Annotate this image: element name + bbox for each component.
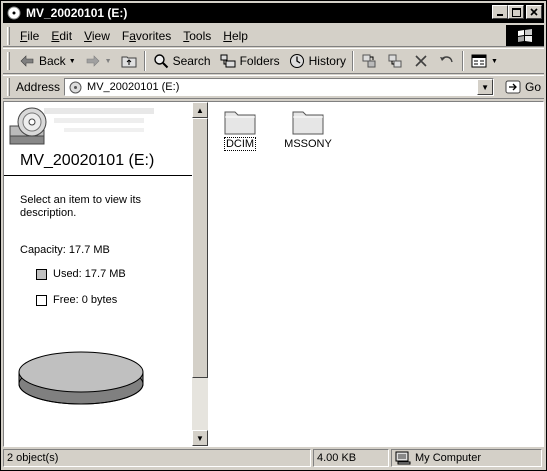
- views-icon: [470, 52, 488, 70]
- history-button[interactable]: History: [284, 50, 350, 72]
- copy-to-button[interactable]: [382, 50, 408, 72]
- address-grip[interactable]: [7, 78, 10, 96]
- description-text: Select an item to view its description.: [20, 194, 142, 219]
- status-zone-label: My Computer: [415, 452, 482, 464]
- address-bar: Address MV_20020101 (E:) ▼ Go: [3, 75, 544, 99]
- cd-drive-icon: [8, 106, 158, 148]
- move-to-icon: [360, 52, 378, 70]
- back-dropdown-icon[interactable]: ▼: [69, 58, 76, 65]
- title-divider: [4, 175, 192, 176]
- drive-small-icon: [67, 79, 83, 95]
- move-to-button[interactable]: [356, 50, 382, 72]
- status-object-count: 2 object(s): [3, 449, 311, 467]
- search-icon: [152, 52, 170, 70]
- drive-title: MV_20020101 (E:): [20, 152, 155, 169]
- folder-item[interactable]: MSSONY: [278, 102, 338, 150]
- folder-label: DCIM: [223, 137, 257, 151]
- my-computer-icon: [395, 450, 411, 466]
- content-area: MV_20020101 (E:) Select an item to view …: [3, 101, 544, 447]
- forward-button[interactable]: ▼: [80, 50, 116, 72]
- scroll-thumb[interactable]: [192, 118, 208, 378]
- toolbar-separator: [461, 51, 464, 71]
- back-label: Back: [39, 54, 66, 68]
- search-button[interactable]: Search: [148, 50, 215, 72]
- menu-help[interactable]: Help: [217, 29, 254, 43]
- web-view-pane: MV_20020101 (E:) Select an item to view …: [4, 102, 192, 446]
- folder-item[interactable]: DCIM: [210, 102, 270, 151]
- views-dropdown-icon[interactable]: ▼: [491, 58, 498, 65]
- toolbar-grip[interactable]: [7, 52, 10, 70]
- back-button[interactable]: Back ▼: [14, 50, 80, 72]
- forward-dropdown-icon[interactable]: ▼: [105, 58, 112, 65]
- undo-icon: [438, 52, 456, 70]
- free-text: Free: 0 bytes: [53, 294, 118, 306]
- folder-icon: [224, 111, 256, 135]
- address-label: Address: [16, 80, 61, 94]
- folder-label: MSSONY: [284, 138, 332, 150]
- delete-button[interactable]: [408, 50, 434, 72]
- free-swatch: [36, 294, 47, 306]
- address-input[interactable]: MV_20020101 (E:) ▼: [64, 78, 495, 96]
- folders-icon: [219, 52, 237, 70]
- windows-logo-icon: [506, 25, 544, 46]
- go-arrow-icon: [504, 78, 522, 96]
- drive-icon: [6, 5, 22, 21]
- up-button[interactable]: [116, 50, 142, 72]
- menu-file[interactable]: File: [14, 29, 45, 43]
- address-dropdown-button[interactable]: ▼: [477, 79, 494, 95]
- explorer-window: MV_20020101 (E:) File Edit View Favorite…: [0, 0, 547, 471]
- menu-edit[interactable]: Edit: [45, 29, 78, 43]
- history-label: History: [308, 54, 346, 68]
- free-legend: Free: 0 bytes: [36, 294, 117, 306]
- back-arrow-icon: [18, 52, 36, 70]
- go-button[interactable]: Go: [504, 78, 541, 96]
- folder-icon: [292, 111, 324, 135]
- used-legend: Used: 17.7 MB: [36, 268, 126, 280]
- scroll-up-button[interactable]: ▲: [192, 102, 208, 118]
- undo-button[interactable]: [434, 50, 460, 72]
- menu-favorites[interactable]: Favorites: [116, 29, 177, 43]
- used-swatch: [36, 268, 47, 280]
- disk-usage-pie: [18, 351, 144, 405]
- used-text: Used: 17.7 MB: [53, 268, 126, 280]
- minimize-button[interactable]: [492, 5, 508, 19]
- scroll-down-button[interactable]: ▼: [192, 430, 208, 446]
- history-icon: [288, 52, 306, 70]
- maximize-button[interactable]: [508, 5, 524, 19]
- views-button[interactable]: ▼: [466, 50, 502, 72]
- folder-up-icon: [120, 52, 138, 70]
- close-button[interactable]: [526, 5, 542, 19]
- copy-to-icon: [386, 52, 404, 70]
- folders-label: Folders: [239, 54, 280, 68]
- menu-view[interactable]: View: [78, 29, 116, 43]
- status-size: 4.00 KB: [313, 449, 389, 467]
- toolbar-separator: [143, 51, 146, 71]
- forward-arrow-icon: [84, 52, 102, 70]
- toolbar-separator: [351, 51, 354, 71]
- go-label: Go: [525, 80, 542, 94]
- file-list: DCIM MSSONY: [210, 102, 543, 446]
- title-bar[interactable]: MV_20020101 (E:): [3, 3, 544, 23]
- status-bar: 2 object(s) 4.00 KB My Computer: [3, 449, 544, 469]
- standard-toolbar: Back ▼ ▼ Search Folders History ▼: [3, 48, 544, 74]
- address-value: MV_20020101 (E:): [87, 81, 180, 93]
- menu-grip[interactable]: [7, 26, 10, 45]
- vertical-scrollbar[interactable]: ▲ ▼: [192, 102, 208, 446]
- status-zone: My Computer: [391, 449, 542, 467]
- delete-x-icon: [412, 52, 430, 70]
- menu-tools[interactable]: Tools: [177, 29, 217, 43]
- folders-button[interactable]: Folders: [215, 50, 284, 72]
- search-label: Search: [172, 54, 211, 68]
- menu-bar: File Edit View Favorites Tools Help: [3, 25, 544, 47]
- capacity-text: Capacity: 17.7 MB: [20, 244, 110, 256]
- window-title: MV_20020101 (E:): [26, 6, 128, 20]
